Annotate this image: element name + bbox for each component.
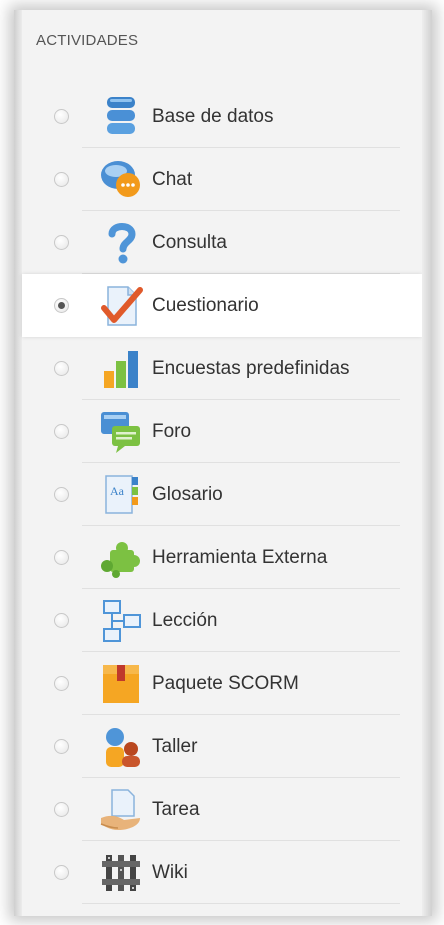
scorm-package-icon xyxy=(98,662,144,706)
assignment-icon xyxy=(98,788,144,832)
activity-label: Consulta xyxy=(152,231,227,253)
activity-item-base-de-datos[interactable]: Base de datos xyxy=(22,85,422,148)
activity-label: Taller xyxy=(152,735,198,757)
glossary-icon: Aa xyxy=(98,473,144,517)
question-icon xyxy=(98,221,144,265)
section-heading: ACTIVIDADES xyxy=(36,32,139,49)
activity-item-consulta[interactable]: Consulta xyxy=(22,211,422,274)
activity-item-paquete-scorm[interactable]: Paquete SCORM xyxy=(22,652,422,715)
activity-radio[interactable] xyxy=(54,360,69,376)
activity-label: Paquete SCORM xyxy=(152,672,299,694)
wiki-icon xyxy=(98,851,144,895)
activity-radio[interactable] xyxy=(54,171,69,187)
database-icon xyxy=(98,95,144,139)
workshop-icon xyxy=(98,725,144,769)
activity-item-glosario[interactable]: Aa Glosario xyxy=(22,463,422,526)
activity-label: Cuestionario xyxy=(152,294,259,316)
activity-item-tarea[interactable]: Tarea xyxy=(22,778,422,841)
activity-label: Wiki xyxy=(152,861,188,883)
activity-item-leccion[interactable]: Lección xyxy=(22,589,422,652)
activity-label: Glosario xyxy=(152,483,223,505)
activity-label: Foro xyxy=(152,420,192,442)
activity-label: Chat xyxy=(152,168,193,190)
activity-item-chat[interactable]: Chat xyxy=(22,148,422,211)
quiz-icon xyxy=(98,284,144,328)
lesson-icon xyxy=(98,599,144,643)
activity-item-cuestionario[interactable]: Cuestionario xyxy=(22,274,422,337)
activity-item-wiki[interactable]: Wiki xyxy=(22,841,422,904)
activity-radio[interactable] xyxy=(54,486,69,502)
activity-radio[interactable] xyxy=(54,738,69,754)
activity-radio[interactable] xyxy=(54,234,69,250)
activity-label: Base de datos xyxy=(152,105,274,127)
forum-icon xyxy=(98,410,144,454)
activity-item-foro[interactable]: Foro xyxy=(22,400,422,463)
external-tool-icon xyxy=(98,536,144,580)
activity-label: Herramienta Externa xyxy=(152,546,328,568)
chat-icon xyxy=(98,158,144,202)
activity-label: Encuestas predefinidas xyxy=(152,357,350,379)
activity-radio[interactable] xyxy=(54,423,69,439)
survey-icon xyxy=(98,347,144,391)
activity-radio-selected[interactable] xyxy=(54,297,69,313)
activity-radio[interactable] xyxy=(54,549,69,565)
activity-item-taller[interactable]: Taller xyxy=(22,715,422,778)
activity-radio[interactable] xyxy=(54,801,69,817)
activity-radio[interactable] xyxy=(54,675,69,691)
activities-panel: ACTIVIDADES Base de datos Chat Consulta … xyxy=(14,10,432,916)
activity-label: Tarea xyxy=(152,798,200,820)
svg-text:Aa: Aa xyxy=(110,484,125,498)
activity-item-encuestas-predefinidas[interactable]: Encuestas predefinidas xyxy=(22,337,422,400)
activity-radio[interactable] xyxy=(54,612,69,628)
activity-list: Base de datos Chat Consulta Cuestionario… xyxy=(22,85,422,904)
activity-item-herramienta-externa[interactable]: Herramienta Externa xyxy=(22,526,422,589)
activity-radio[interactable] xyxy=(54,108,69,124)
activity-radio[interactable] xyxy=(54,864,69,880)
activity-label: Lección xyxy=(152,609,218,631)
